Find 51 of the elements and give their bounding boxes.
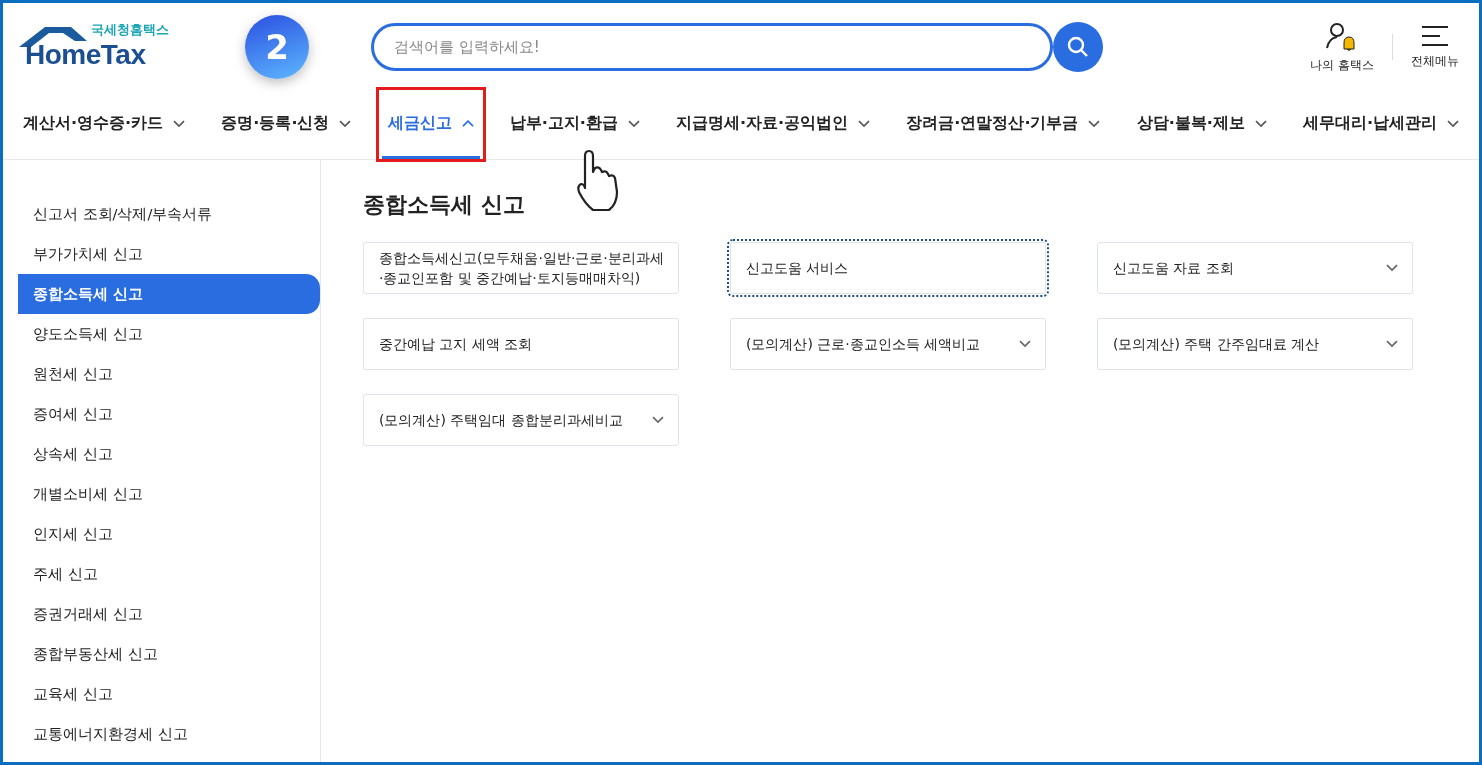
chevron-up-icon: [461, 119, 474, 128]
sidebar-item[interactable]: 개별소비세 신고: [18, 474, 320, 514]
chevron-down-icon: [858, 119, 871, 128]
section-heading: 종합소득세 신고: [363, 191, 526, 219]
nav-tab[interactable]: 세금신고: [381, 91, 480, 159]
nav-tab[interactable]: 세무대리·납세관리: [1296, 91, 1465, 159]
menu-card[interactable]: (모의계산) 근로·종교인소득 세액비교: [730, 318, 1046, 370]
nav-tab[interactable]: 증명·등록·신청: [215, 91, 358, 159]
logo-title: HomeTax: [25, 39, 146, 71]
menu-card[interactable]: 중간예납 고지 세액 조회: [363, 318, 679, 370]
sidebar-item[interactable]: 종합소득세 신고: [18, 274, 320, 314]
chevron-down-icon: [339, 119, 352, 128]
chevron-down-icon: [627, 119, 640, 128]
chevron-down-icon: [1088, 119, 1101, 128]
sidebar-item[interactable]: 주세 신고: [18, 554, 320, 594]
full-menu-link[interactable]: 전체메뉴: [1411, 24, 1459, 70]
sidebar-item[interactable]: 인지세 신고: [18, 514, 320, 554]
sidebar-item[interactable]: 증여세 신고: [18, 394, 320, 434]
chevron-down-icon: [173, 119, 186, 128]
search-button[interactable]: [1053, 22, 1103, 72]
menu-card[interactable]: 신고도움 자료 조회: [1097, 242, 1413, 294]
chevron-down-icon: [652, 416, 664, 424]
menu-card[interactable]: 종합소득세신고(모두채움·일반·근로·분리과세·종교인포함 및 중간예납·토지등매매차익): [363, 242, 679, 294]
nav-tab[interactable]: 상담·불복·제보: [1130, 91, 1273, 159]
sidebar-item[interactable]: 상속세 신고: [18, 434, 320, 474]
menu-icon: [1422, 24, 1448, 47]
nav-tab[interactable]: 지급명세·자료·공익법인: [670, 91, 877, 159]
menu-card[interactable]: (모의계산) 주택임대 종합분리과세비교: [363, 394, 679, 446]
sidebar-item[interactable]: 교육세 신고: [18, 674, 320, 714]
step-badge: 2: [245, 15, 309, 79]
chevron-down-icon: [1019, 340, 1031, 348]
chevron-down-icon: [1386, 340, 1398, 348]
my-hometax-link[interactable]: 나의 홈택스: [1310, 20, 1374, 74]
search-icon: [1066, 35, 1090, 59]
sidebar-item[interactable]: 신고서 조회/삭제/부속서류: [18, 194, 320, 234]
sidebar-item[interactable]: 종합부동산세 신고: [18, 634, 320, 674]
chevron-down-icon: [1447, 119, 1459, 128]
nav-tab[interactable]: 계산서·영수증·카드: [17, 91, 192, 159]
search-field[interactable]: 검색어를 입력하세요!: [371, 23, 1053, 71]
sidebar-item[interactable]: 교통에너지환경세 신고: [18, 714, 320, 754]
sidebar-item[interactable]: 원천세 신고: [18, 354, 320, 394]
menu-card[interactable]: 신고도움 서비스: [730, 242, 1046, 294]
nav-tab[interactable]: 납부·고지·환급: [503, 91, 646, 159]
nav-tab[interactable]: 장려금·연말정산·기부금: [900, 91, 1107, 159]
sidebar-item[interactable]: 부가가치세 신고: [18, 234, 320, 274]
logo-subtitle: 국세청홈택스: [91, 21, 169, 39]
sidebar-item[interactable]: 양도소득세 신고: [18, 314, 320, 354]
chevron-down-icon: [1386, 264, 1398, 272]
menu-card[interactable]: (모의계산) 주택 간주임대료 계산: [1097, 318, 1413, 370]
sidebar-item[interactable]: 증권거래세 신고: [18, 594, 320, 634]
chevron-down-icon: [1254, 119, 1267, 128]
